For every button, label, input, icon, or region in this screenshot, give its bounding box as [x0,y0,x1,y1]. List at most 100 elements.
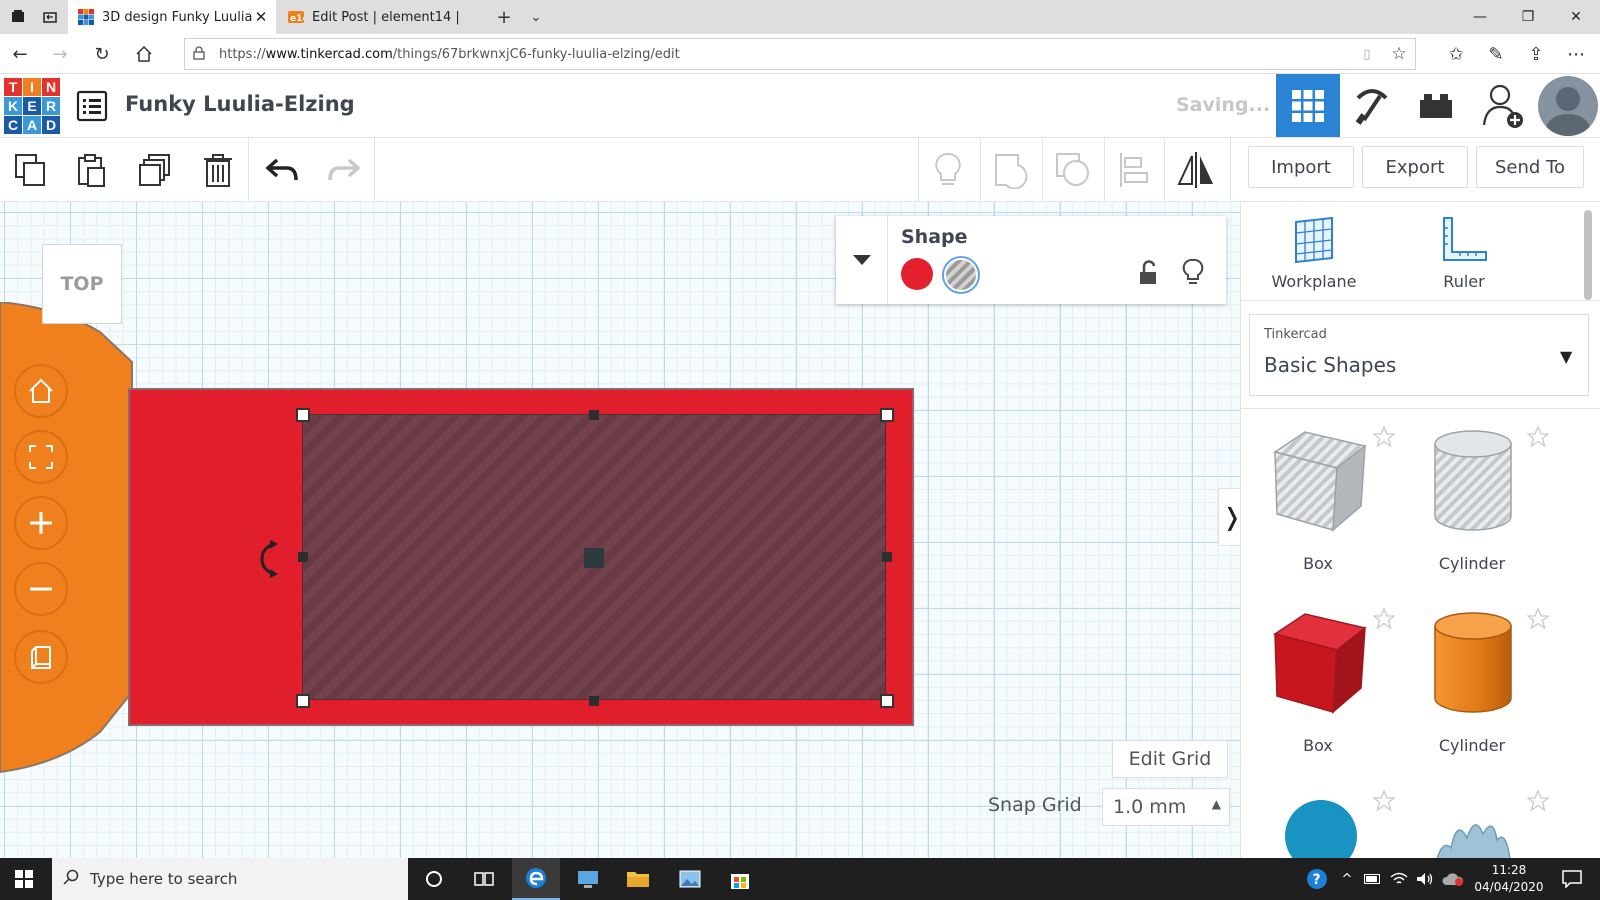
shape-library-select[interactable]: Tinkercad Basic Shapes ▼ [1249,314,1589,396]
refresh-icon[interactable]: ↻ [86,40,118,68]
group-button[interactable] [987,146,1035,194]
duplicate-button[interactable] [131,146,179,194]
tab-tinkercad-design[interactable]: 3D design Funky Luulia- ✕ [68,0,276,34]
close-tab-icon[interactable]: ✕ [252,8,270,26]
shape-box-solid[interactable]: Box [1243,596,1396,776]
tab-list-chevron-icon[interactable]: ⌄ [520,3,552,31]
bricks-button[interactable] [1404,74,1468,137]
resize-handle-right[interactable] [882,552,892,562]
paste-button[interactable] [68,146,116,194]
new-tab-icon[interactable]: + [488,3,520,31]
user-avatar[interactable] [1538,76,1598,136]
edit-grid-button[interactable]: Edit Grid [1112,740,1228,778]
unlock-icon[interactable] [1138,260,1158,290]
panel-toggle-chevron-icon[interactable]: ❭ [1218,488,1240,546]
ruler-tool-button[interactable]: Ruler [1399,216,1529,291]
favorite-star-icon[interactable] [1372,607,1396,634]
forward-arrow-icon[interactable]: → [44,40,76,68]
resize-handle-bottom[interactable] [589,696,599,706]
resize-handle-top-right[interactable] [880,408,894,422]
share-icon[interactable]: ⇪ [1520,40,1552,68]
minimize-window-icon[interactable]: — [1456,0,1504,34]
restore-window-icon[interactable]: ❐ [1504,0,1552,34]
wifi-icon[interactable] [1386,858,1412,900]
align-button[interactable] [1110,146,1158,194]
close-window-icon[interactable]: ✕ [1552,0,1600,34]
fit-view-button[interactable] [14,430,68,484]
resize-handle-top[interactable] [589,410,599,420]
perspective-toggle-button[interactable] [14,630,68,684]
favorite-star-icon[interactable] [1372,425,1396,452]
hole-swatch[interactable] [942,256,980,294]
resize-handle-top-left[interactable] [296,408,310,422]
app-window-icon[interactable] [564,858,612,900]
home-view-button[interactable] [14,364,68,418]
store-app-icon[interactable] [716,858,764,900]
collapse-inspector-button[interactable] [836,216,888,304]
file-explorer-icon[interactable] [614,858,662,900]
help-icon[interactable]: ? [1300,858,1334,900]
import-button[interactable]: Import [1248,146,1354,188]
windows-start-icon[interactable] [0,858,48,900]
blocks-pickaxe-button[interactable] [1340,74,1404,137]
onedrive-sync-icon[interactable] [1438,858,1468,900]
battery-icon[interactable] [1360,858,1386,900]
resize-handle-bottom-right[interactable] [880,694,894,708]
favorite-star-icon[interactable]: ☆ [1383,44,1415,64]
favorite-star-icon[interactable] [1526,789,1550,816]
shapes-panel-scrollbar[interactable] [1584,210,1592,300]
favorites-list-icon[interactable]: ✩ [1440,40,1472,68]
workplane-tool-button[interactable]: Workplane [1249,216,1379,291]
shape-scribble[interactable] [1397,778,1550,858]
shape-sphere[interactable] [1243,778,1396,858]
mirror-button[interactable] [1172,146,1220,194]
pen-annotate-icon[interactable]: ✎ [1480,40,1512,68]
back-arrow-icon[interactable]: ← [4,40,36,68]
favorite-star-icon[interactable] [1372,789,1396,816]
zoom-in-button[interactable] [14,496,68,550]
tab-edit-post[interactable]: e14 Edit Post | element14 | [278,0,478,34]
solid-color-swatch[interactable] [901,258,933,290]
tab-actions-icon[interactable] [2,3,34,31]
volume-icon[interactable] [1412,858,1438,900]
resize-handle-left[interactable] [298,552,308,562]
shape-cylinder-hole[interactable]: Cylinder [1397,414,1550,594]
design-list-icon[interactable] [76,90,108,122]
tinkercad-logo[interactable]: T I N K E R C A D [4,78,60,134]
favorite-star-icon[interactable] [1526,607,1550,634]
show-hidden-icons-chevron-icon[interactable]: ^ [1334,858,1360,900]
task-view-icon[interactable] [460,858,508,900]
notifications-icon[interactable] [1552,858,1592,900]
rotate-handle-icon[interactable] [258,540,282,578]
snap-grid-select[interactable]: 1.0 mm ▲ [1102,788,1230,826]
invite-user-button[interactable] [1472,74,1536,137]
taskbar-search-input[interactable]: Type here to search [52,858,408,900]
ungroup-button[interactable] [1049,146,1097,194]
more-options-icon[interactable]: ⋯ [1560,40,1592,68]
delete-button[interactable] [194,146,242,194]
copy-button[interactable] [7,146,55,194]
set-aside-tabs-icon[interactable] [34,3,66,31]
favorite-star-icon[interactable] [1526,425,1550,452]
hide-shape-lightbulb-icon[interactable] [1182,258,1204,290]
home-icon[interactable] [128,40,160,68]
zoom-out-button[interactable] [14,562,68,616]
resize-handle-bottom-left[interactable] [296,694,310,708]
edge-browser-icon[interactable] [512,858,560,900]
shape-cylinder-solid[interactable]: Cylinder [1397,596,1550,776]
3d-view-grid-button[interactable] [1276,74,1340,137]
undo-button[interactable] [258,146,306,194]
url-field[interactable]: https://www.tinkercad.com/things/67brkwn… [184,38,1416,70]
shape-box-hole[interactable]: Box [1243,414,1396,594]
view-cube[interactable]: TOP [42,244,122,324]
send-to-button[interactable]: Send To [1476,146,1584,188]
export-button[interactable]: Export [1362,146,1468,188]
show-all-button[interactable] [924,146,972,194]
redo-button[interactable] [320,146,368,194]
center-handle[interactable] [584,548,604,568]
reading-view-icon[interactable]: ▯ [1351,47,1383,62]
workplane-canvas[interactable]: TOP Shape ❭ Edit Grid Snap Grid 1.0 [0,202,1240,858]
design-title[interactable]: Funky Luulia-Elzing [125,92,355,116]
photos-app-icon[interactable] [666,858,714,900]
cortana-icon[interactable] [410,858,458,900]
